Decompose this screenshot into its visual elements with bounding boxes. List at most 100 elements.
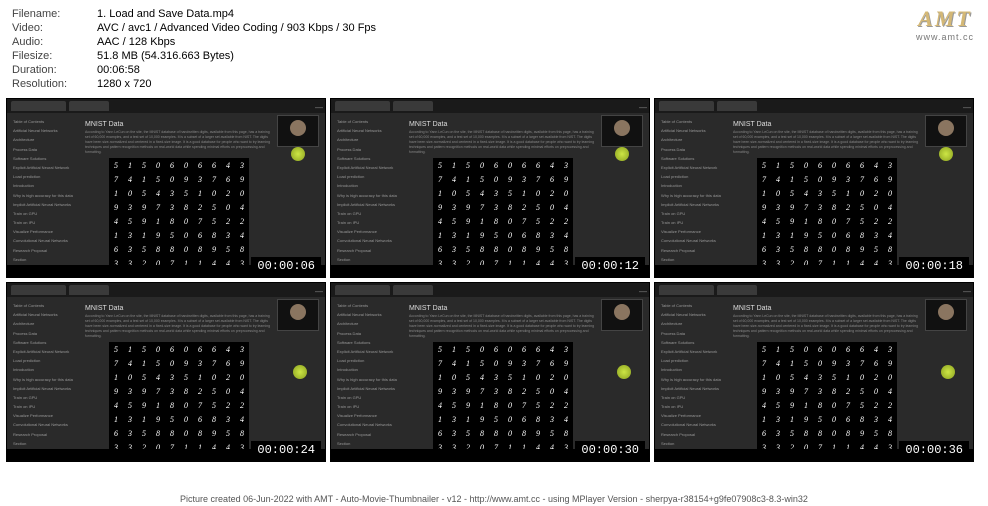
- mnist-digit: 1: [433, 412, 447, 426]
- close-icon: —: [963, 103, 969, 109]
- mnist-digit: 6: [517, 342, 531, 356]
- sidebar-item: Artificial Neural Networks: [11, 310, 79, 319]
- mnist-digit: 3: [221, 412, 235, 426]
- mnist-digit: 1: [799, 398, 813, 412]
- filename-label: Filename:: [12, 8, 97, 20]
- notebook-sidebar: Table of ContentsArtificial Neural Netwo…: [659, 301, 727, 448]
- mnist-digit: 1: [109, 186, 123, 200]
- mnist-digit: 0: [235, 186, 249, 200]
- sidebar-item: Load prediction: [659, 356, 727, 365]
- thumbnail: —Table of ContentsArtificial Neural Netw…: [6, 98, 326, 278]
- mnist-digit: 3: [771, 242, 785, 256]
- mnist-digit: 0: [531, 370, 545, 384]
- sidebar-item: Explicit Artificial Neural Network: [659, 347, 727, 356]
- mnist-digit: 8: [531, 228, 545, 242]
- sidebar-item: Section: [659, 439, 727, 448]
- mnist-digit: 9: [785, 200, 799, 214]
- mnist-digit: 9: [503, 356, 517, 370]
- mnist-digit: 0: [151, 342, 165, 356]
- sidebar-item: Visualize Performance: [659, 227, 727, 236]
- mnist-digit: 1: [757, 412, 771, 426]
- mnist-digit: 5: [531, 200, 545, 214]
- mnist-digit: 9: [461, 398, 475, 412]
- mnist-digit: 8: [207, 412, 221, 426]
- mnist-digit: 4: [447, 172, 461, 186]
- content-text: According to Yann LeCun on the site, the…: [85, 130, 273, 154]
- sidebar-item: Why is high accuracy for this data: [659, 375, 727, 384]
- mnist-digit: 5: [531, 398, 545, 412]
- mnist-digit: 9: [137, 214, 151, 228]
- sidebar-item: Train on IPU: [11, 402, 79, 411]
- mnist-digit: 8: [559, 242, 573, 256]
- mnist-digit: 3: [869, 412, 883, 426]
- sidebar-item: Artificial Neural Networks: [659, 126, 727, 135]
- mnist-digit: 9: [461, 384, 475, 398]
- mnist-digit: 8: [475, 242, 489, 256]
- sidebar-item: Visualize Performance: [659, 411, 727, 420]
- sidebar-item: Implicit Artificial Neural Networks: [335, 200, 403, 209]
- metadata-header: Filename:1. Load and Save Data.mp4 Video…: [0, 0, 988, 96]
- mnist-digit: 5: [771, 398, 785, 412]
- mnist-digit: 0: [827, 342, 841, 356]
- mnist-digit: 3: [193, 356, 207, 370]
- mnist-digit: 5: [179, 186, 193, 200]
- sidebar-item: Convolutional Neural Networks: [659, 420, 727, 429]
- mnist-digit: 4: [151, 370, 165, 384]
- mnist-digit: 0: [123, 186, 137, 200]
- mnist-digit: 3: [123, 228, 137, 242]
- mnist-digit: 6: [841, 342, 855, 356]
- mnist-digit: 8: [827, 200, 841, 214]
- mnist-digit: 7: [151, 200, 165, 214]
- mnist-digit: 4: [757, 214, 771, 228]
- mnist-digit: 2: [883, 214, 897, 228]
- mnist-digit: 8: [559, 426, 573, 440]
- content-text: According to Yann LeCun on the site, the…: [85, 314, 273, 338]
- mnist-digit: 5: [461, 342, 475, 356]
- mnist-digit: 3: [813, 370, 827, 384]
- sidebar-item: Train on IPU: [335, 402, 403, 411]
- mnist-digit: 3: [771, 412, 785, 426]
- mnist-digit: 6: [841, 158, 855, 172]
- video-label: Video:: [12, 22, 97, 34]
- mnist-digit: 3: [165, 200, 179, 214]
- mnist-digit: 7: [531, 172, 545, 186]
- sidebar-item: Explicit Artificial Neural Network: [659, 163, 727, 172]
- mnist-digit: 9: [757, 384, 771, 398]
- mnist-digit: 5: [221, 426, 235, 440]
- sidebar-item: Table of Contents: [11, 117, 79, 126]
- timestamp: 00:00:12: [575, 257, 645, 275]
- mnist-digit: 7: [109, 356, 123, 370]
- mnist-digit: 3: [841, 172, 855, 186]
- mnist-digit: 1: [433, 370, 447, 384]
- mnist-digit: 2: [221, 398, 235, 412]
- mnist-digit: 0: [827, 214, 841, 228]
- mnist-digit: 3: [813, 384, 827, 398]
- sidebar-item: Table of Contents: [335, 301, 403, 310]
- highlight-dot: [941, 365, 955, 379]
- sidebar-item: Section: [11, 439, 79, 448]
- mnist-digit: 6: [193, 412, 207, 426]
- mnist-digit: 5: [461, 158, 475, 172]
- mnist-digit: 1: [447, 342, 461, 356]
- mnist-digit: 7: [193, 398, 207, 412]
- mnist-digit: 5: [221, 242, 235, 256]
- mnist-digit: 5: [869, 426, 883, 440]
- mnist-digit: 0: [799, 158, 813, 172]
- mnist-digit: 7: [757, 172, 771, 186]
- browser-tab: [335, 285, 390, 295]
- sidebar-item: Convolutional Neural Networks: [335, 420, 403, 429]
- sidebar-item: Introduction: [335, 181, 403, 190]
- mnist-digit: 6: [813, 158, 827, 172]
- mnist-digit: 9: [433, 384, 447, 398]
- close-icon: —: [639, 287, 645, 293]
- mnist-digit: 4: [559, 200, 573, 214]
- mnist-digit: 5: [165, 412, 179, 426]
- timestamp: 00:00:06: [251, 257, 321, 275]
- browser-tab: [717, 285, 757, 295]
- mnist-digit: 4: [559, 228, 573, 242]
- mnist-digit: 7: [855, 172, 869, 186]
- sidebar-item: Research Proposal: [659, 246, 727, 255]
- mnist-digit: 0: [869, 384, 883, 398]
- mnist-digit: 0: [503, 412, 517, 426]
- mnist-digit-grid: 5150606643741509376910543510209397382504…: [757, 342, 897, 454]
